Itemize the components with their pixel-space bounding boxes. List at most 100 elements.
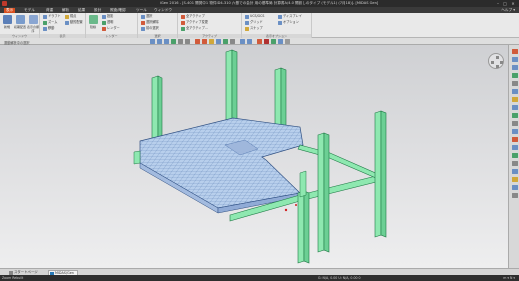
red-marker-icon[interactable] [257, 39, 262, 44]
initial-layout-button[interactable]: 初期配置 [14, 15, 26, 33]
tool-element-icon[interactable] [511, 65, 518, 70]
viewpoint-button[interactable]: 視点 [65, 14, 76, 19]
tool-node-icon[interactable] [511, 57, 518, 62]
tool-report-icon[interactable] [511, 185, 518, 190]
green-marker-icon[interactable] [271, 39, 276, 44]
redo-view-icon[interactable] [247, 39, 252, 44]
tool-boundary-icon[interactable] [511, 73, 518, 78]
floor-slab[interactable] [139, 117, 304, 214]
cascade-icon [28, 15, 38, 24]
iso-view-icon[interactable] [171, 39, 176, 44]
dynamic-view-button[interactable]: 動的配置 [65, 20, 83, 25]
tool-delete-icon[interactable] [511, 137, 518, 142]
close-button[interactable]: ✕ [510, 1, 516, 6]
tool-settings-icon[interactable] [511, 193, 518, 198]
tool-extrude-icon[interactable] [511, 113, 518, 118]
pan-button[interactable]: 移動 [43, 26, 54, 31]
grid-button[interactable]: グリッド [245, 20, 263, 25]
activate-all-button[interactable]: 全アクティブ [181, 14, 205, 19]
window-icon [2, 15, 12, 24]
maximize-button[interactable]: □ [502, 1, 508, 6]
menu-model[interactable]: モデル [22, 8, 37, 13]
tool-material-icon[interactable] [511, 153, 518, 158]
view-navigation-cube[interactable] [488, 53, 504, 69]
select-button[interactable]: 選択 [141, 14, 152, 19]
transparency-button[interactable]: 透明 [102, 20, 113, 25]
cube-icon [88, 15, 98, 24]
menu-window[interactable]: ウィンドウ [152, 8, 174, 13]
app-logo-icon[interactable] [2, 1, 7, 6]
tool-rotate-icon[interactable] [511, 105, 518, 110]
zoom-fit-icon[interactable] [185, 39, 190, 44]
structure-3d-view[interactable] [0, 45, 508, 268]
start-page-icon [9, 271, 13, 275]
menu-view[interactable]: 表示 [4, 8, 16, 13]
deselect-button[interactable]: 選択解除 [141, 20, 159, 25]
render-button[interactable]: レンダー [102, 26, 120, 31]
model-viewport[interactable] [0, 45, 508, 268]
tool-measure-icon[interactable] [511, 81, 518, 86]
hidden-line-button[interactable]: 隠線 [87, 15, 99, 33]
tool-merge-icon[interactable] [511, 129, 518, 134]
ribbon: 新規 初期配置 表示の順序 ウィンドウ ドラフト ズーム 移動 視点 動的配置 … [0, 13, 519, 38]
section-icon[interactable] [223, 39, 228, 44]
menu-analysis[interactable]: 解析 [60, 8, 71, 13]
menu-design[interactable]: 設計 [92, 8, 103, 13]
front-view-icon[interactable] [150, 39, 155, 44]
ribbon-group-select: 選択 選択解除 前の選択 選択 [138, 13, 178, 38]
display-button[interactable]: ディスプレイ [278, 14, 302, 19]
ribbon-group-render: 隠線 投影 透明 レンダー レンダー [86, 13, 138, 38]
undo-view-icon[interactable] [240, 39, 245, 44]
grey-marker-icon[interactable] [285, 39, 290, 44]
tool-copy-icon[interactable] [511, 89, 518, 94]
minimize-button[interactable]: – [495, 1, 501, 6]
change-active-button[interactable]: アクティブ変更 [181, 20, 208, 25]
nav-dot-left[interactable] [491, 60, 494, 64]
unit-selector[interactable]: m ▾ N ▾ [503, 275, 515, 281]
tool-move-icon[interactable] [511, 97, 518, 102]
projection-button[interactable]: 投影 [102, 14, 113, 19]
rotate-icon[interactable] [178, 39, 183, 44]
tool-support-icon[interactable] [511, 169, 518, 174]
new-window-button[interactable]: 新規 [1, 15, 13, 33]
window-order-button[interactable]: 表示の順序 [27, 15, 39, 33]
tool-table-icon[interactable] [511, 177, 518, 182]
nav-dot-bottom[interactable] [495, 65, 499, 68]
menu-results[interactable]: 結果 [76, 8, 87, 13]
ucs-gcs-button[interactable]: UCS/GCS [245, 14, 264, 19]
nav-dot-right[interactable] [500, 60, 503, 64]
tool-divide-icon[interactable] [511, 121, 518, 126]
label-icon[interactable] [209, 39, 214, 44]
activate-all-more-button[interactable]: 全アクティブ... [181, 26, 208, 31]
layout-icon [15, 15, 25, 24]
menu-load[interactable]: 荷重 [44, 8, 55, 13]
menu-query[interactable]: 照査/確認 [108, 8, 128, 13]
status-message: Zoom Rebuilt [2, 276, 24, 280]
previous-select-button[interactable]: 前の選択 [141, 26, 159, 31]
shrink-icon[interactable] [216, 39, 221, 44]
side-view-icon[interactable] [164, 39, 169, 44]
status-bar: Zoom Rebuilt G: N/A, 0.00 U: N/A, 0.00 0… [0, 275, 519, 281]
menu-tools[interactable]: ツール [134, 8, 149, 13]
ribbon-group-display: UCS/GCS グリッド スナップ ディスプレイ オプション 表示オプション [242, 13, 312, 38]
node-icon[interactable] [195, 39, 200, 44]
ribbon-group-view: ドラフト ズーム 移動 視点 動的配置 表示 [40, 13, 86, 38]
window-title: iGen 2016 - [S-401 開発中1 物件ID4-310 六基での会計… [160, 1, 379, 6]
title-bar: iGen 2016 - [S-401 開発中1 物件ID4-310 六基での会計… [0, 0, 519, 7]
right-toolbar [508, 45, 519, 268]
draft-button[interactable]: ドラフト [43, 14, 61, 19]
perspective-icon[interactable] [230, 39, 235, 44]
zoom-button[interactable]: ズーム [43, 20, 57, 25]
options-button[interactable]: オプション [278, 20, 299, 25]
element-icon[interactable] [202, 39, 207, 44]
dark-red-marker-icon[interactable] [264, 39, 269, 44]
tool-load-icon[interactable] [511, 161, 518, 166]
snap-button[interactable]: スナップ [245, 26, 263, 31]
top-view-icon[interactable] [157, 39, 162, 44]
ribbon-group-window: 新規 初期配置 表示の順序 ウィンドウ [0, 13, 40, 38]
tool-select-icon[interactable] [511, 49, 518, 54]
nav-dot-top[interactable] [495, 56, 499, 59]
document-tab-bar: スタートページ MIDAS/Gen [0, 268, 519, 276]
blue-marker-icon[interactable] [278, 39, 283, 44]
tool-section-icon[interactable] [511, 145, 518, 150]
